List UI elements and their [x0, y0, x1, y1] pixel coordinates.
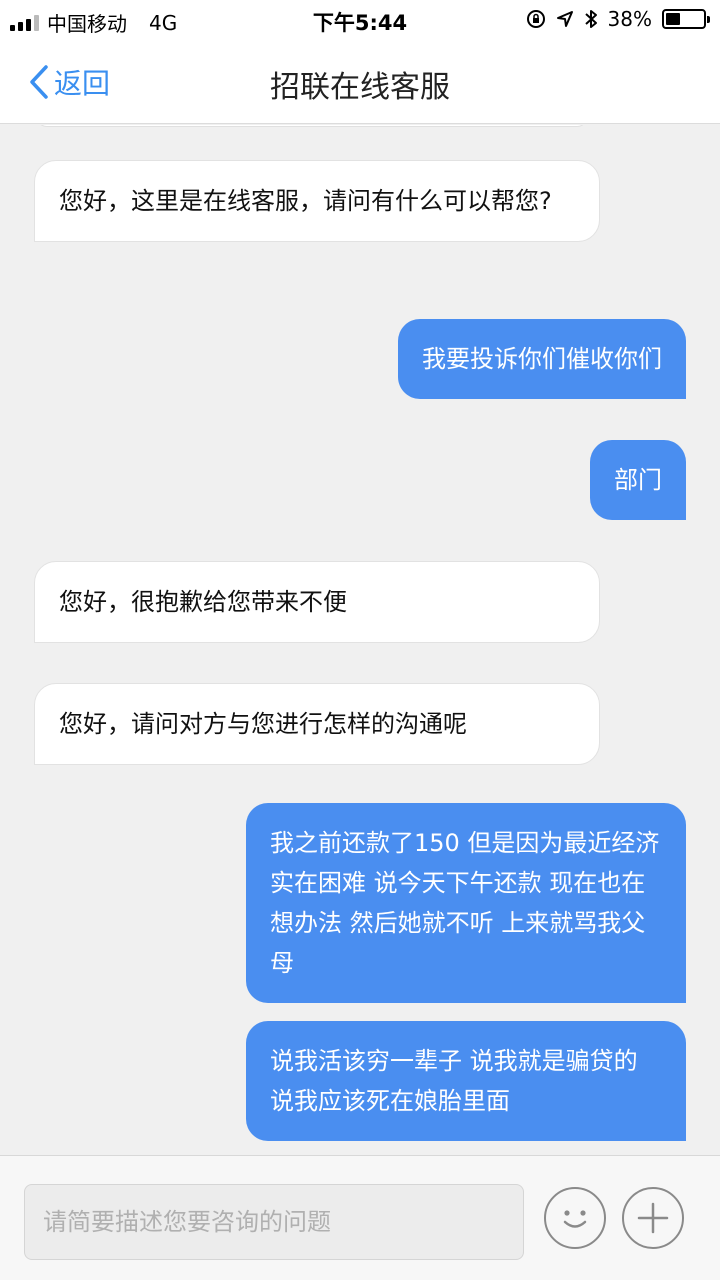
page-title: 招联在线客服: [270, 70, 450, 105]
input-bar: 请简要描述您要咨询的问题: [0, 1155, 720, 1280]
message-bubble-agent: 您好，请问对方与您进行怎样的沟通呢: [34, 683, 600, 765]
message-input[interactable]: 请简要描述您要咨询的问题: [24, 1184, 524, 1260]
location-icon: [556, 11, 573, 27]
bluetooth-icon: [584, 10, 597, 28]
battery-fill: [666, 13, 680, 25]
message-bubble-user: 部门: [590, 440, 686, 520]
message-bubble-user: 说我活该穷一辈子 说我就是骗贷的 说我应该死在娘胎里面: [246, 1021, 686, 1141]
more-button[interactable]: [622, 1187, 684, 1249]
status-right: 38%: [526, 7, 710, 31]
chat-area[interactable]: 您好，这里是在线客服，请问有什么可以帮您? 我要投诉你们催收你们 部门 您好，很…: [0, 125, 720, 1155]
message-bubble-user: 我要投诉你们催收你们: [398, 319, 686, 399]
plus-icon: [637, 1202, 669, 1234]
smiley-icon: [563, 1210, 587, 1228]
nav-bar: 返回 招联在线客服: [0, 40, 720, 124]
message-bubble-agent: 您好，很抱歉给您带来不便: [34, 561, 600, 643]
status-bar: 中国移动 4G 下午5:44 38%: [0, 0, 720, 40]
orientation-lock-icon: [526, 10, 545, 28]
message-bubble-user: 我之前还款了150 但是因为最近经济实在困难 说今天下午还款 现在也在想办法 然…: [246, 803, 686, 1003]
emoji-button[interactable]: [544, 1187, 606, 1249]
message-bubble-agent: 您好，这里是在线客服，请问有什么可以帮您?: [34, 160, 600, 242]
previous-message-bubble: [36, 125, 588, 127]
battery-percent: 38%: [607, 7, 652, 31]
battery-icon: [662, 9, 710, 29]
